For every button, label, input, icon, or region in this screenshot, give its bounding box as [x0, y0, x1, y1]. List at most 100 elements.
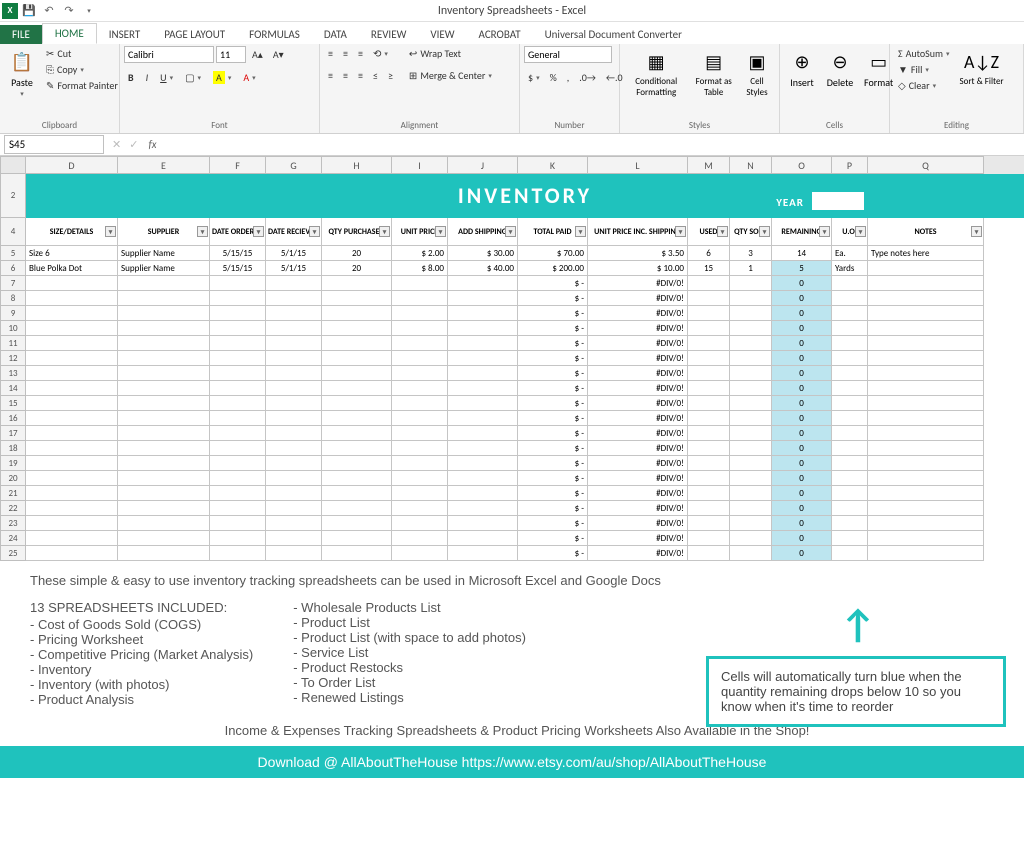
table-cell[interactable]	[26, 336, 118, 351]
table-cell[interactable]	[210, 486, 266, 501]
filter-icon[interactable]: ▾	[379, 226, 390, 237]
table-cell[interactable]	[832, 336, 868, 351]
tab-page-layout[interactable]: PAGE LAYOUT	[152, 25, 237, 44]
table-cell[interactable]	[392, 276, 448, 291]
table-cell[interactable]	[392, 336, 448, 351]
table-cell[interactable]	[832, 411, 868, 426]
table-cell[interactable]	[730, 366, 772, 381]
table-cell[interactable]	[210, 321, 266, 336]
row-header[interactable]: 22	[0, 501, 26, 516]
table-cell[interactable]	[210, 471, 266, 486]
table-cell[interactable]	[730, 456, 772, 471]
row-header[interactable]: 10	[0, 321, 26, 336]
font-color-button[interactable]: A▾	[239, 70, 259, 85]
column-header-E[interactable]: E	[118, 156, 210, 174]
table-cell[interactable]: #DIV/0!	[588, 396, 688, 411]
table-cell[interactable]	[392, 486, 448, 501]
row-header[interactable]: 2	[0, 174, 26, 218]
align-middle-button[interactable]: ≡	[339, 46, 352, 61]
table-cell[interactable]	[118, 366, 210, 381]
table-cell[interactable]	[688, 486, 730, 501]
row-header[interactable]: 6	[0, 261, 26, 276]
table-cell[interactable]	[868, 471, 984, 486]
table-cell[interactable]	[868, 426, 984, 441]
table-cell[interactable]	[118, 396, 210, 411]
column-header-P[interactable]: P	[832, 156, 868, 174]
column-header-I[interactable]: I	[392, 156, 448, 174]
table-cell[interactable]	[832, 351, 868, 366]
table-cell[interactable]	[448, 426, 518, 441]
table-cell[interactable]: 0	[772, 351, 832, 366]
table-cell[interactable]	[392, 441, 448, 456]
table-cell[interactable]: 0	[772, 531, 832, 546]
table-cell[interactable]: #DIV/0!	[588, 426, 688, 441]
table-cell[interactable]	[26, 351, 118, 366]
table-cell[interactable]	[868, 321, 984, 336]
table-cell[interactable]: $ -	[518, 441, 588, 456]
paste-button[interactable]: 📋Paste▾	[4, 46, 40, 100]
filter-icon[interactable]: ▾	[575, 226, 586, 237]
table-cell[interactable]	[730, 351, 772, 366]
row-header[interactable]: 14	[0, 381, 26, 396]
table-cell[interactable]	[392, 291, 448, 306]
table-cell[interactable]	[832, 501, 868, 516]
table-cell[interactable]	[730, 471, 772, 486]
table-cell[interactable]	[210, 441, 266, 456]
table-cell[interactable]	[832, 471, 868, 486]
table-cell[interactable]	[868, 411, 984, 426]
table-cell[interactable]	[688, 396, 730, 411]
table-cell[interactable]	[26, 306, 118, 321]
table-cell[interactable]	[448, 351, 518, 366]
table-cell[interactable]	[730, 501, 772, 516]
table-cell[interactable]: $ -	[518, 336, 588, 351]
row-header[interactable]: 18	[0, 441, 26, 456]
table-cell[interactable]: 0	[772, 336, 832, 351]
table-cell[interactable]: 0	[772, 411, 832, 426]
align-center-button[interactable]: ≡	[339, 68, 352, 83]
select-all-corner[interactable]	[0, 156, 26, 174]
tab-acrobat[interactable]: ACROBAT	[467, 25, 533, 44]
table-cell[interactable]	[730, 276, 772, 291]
fill-color-button[interactable]: A▾	[209, 70, 235, 85]
table-cell[interactable]	[26, 411, 118, 426]
table-cell[interactable]	[266, 396, 322, 411]
table-header[interactable]: QTY PURCHASED▾	[322, 218, 392, 246]
table-cell[interactable]: 0	[772, 381, 832, 396]
table-cell[interactable]: #DIV/0!	[588, 546, 688, 561]
table-cell[interactable]	[26, 291, 118, 306]
table-cell[interactable]	[448, 471, 518, 486]
increase-decimal-button[interactable]: .0→	[575, 70, 600, 85]
table-cell[interactable]: 0	[772, 366, 832, 381]
table-cell[interactable]: 14	[772, 246, 832, 261]
table-cell[interactable]: $ -	[518, 291, 588, 306]
table-cell[interactable]	[118, 306, 210, 321]
align-left-button[interactable]: ≡	[324, 68, 337, 83]
table-cell[interactable]	[868, 531, 984, 546]
table-cell[interactable]	[448, 291, 518, 306]
table-cell[interactable]: 0	[772, 501, 832, 516]
table-cell[interactable]	[730, 516, 772, 531]
table-cell[interactable]	[448, 321, 518, 336]
table-cell[interactable]	[730, 291, 772, 306]
clear-button[interactable]: ◇Clear▾	[894, 78, 954, 93]
table-cell[interactable]	[730, 486, 772, 501]
table-cell[interactable]	[322, 516, 392, 531]
table-cell[interactable]	[266, 321, 322, 336]
table-cell[interactable]	[688, 381, 730, 396]
table-cell[interactable]: #DIV/0!	[588, 516, 688, 531]
table-cell[interactable]	[26, 321, 118, 336]
table-cell[interactable]	[868, 381, 984, 396]
table-cell[interactable]	[448, 411, 518, 426]
fill-button[interactable]: ▼Fill▾	[894, 62, 954, 77]
table-cell[interactable]	[118, 321, 210, 336]
table-cell[interactable]	[392, 546, 448, 561]
table-cell[interactable]	[868, 396, 984, 411]
currency-button[interactable]: $▾	[524, 70, 544, 85]
year-input[interactable]	[812, 192, 864, 210]
cancel-fx-icon[interactable]: ✕	[108, 138, 125, 151]
table-cell[interactable]	[448, 381, 518, 396]
table-cell[interactable]	[118, 441, 210, 456]
table-header[interactable]: U.O.▾	[832, 218, 868, 246]
table-cell[interactable]	[448, 486, 518, 501]
cell-styles-button[interactable]: ▣Cell Styles	[739, 46, 775, 100]
